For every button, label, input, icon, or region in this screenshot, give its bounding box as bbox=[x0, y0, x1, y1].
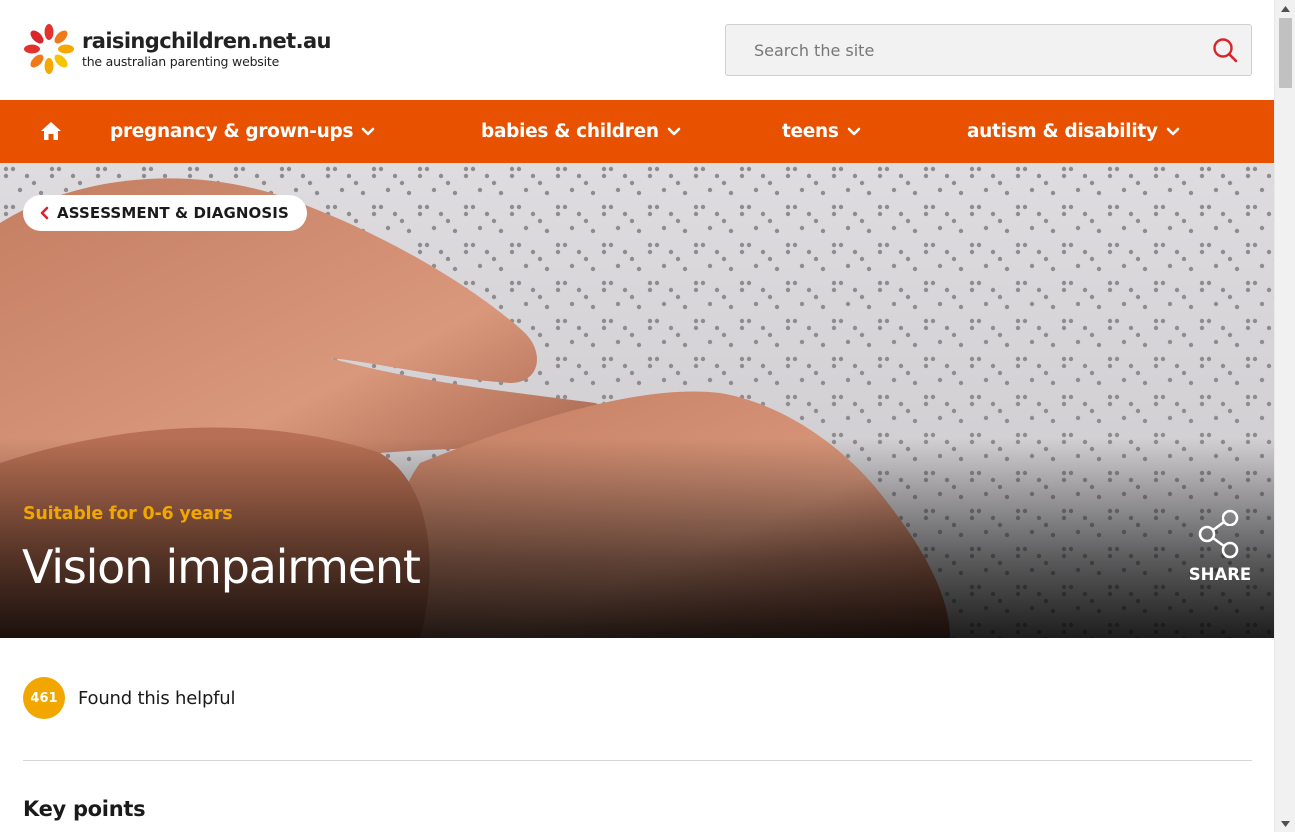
chevron-down-icon bbox=[847, 127, 860, 135]
helpful-count-badge: 461 bbox=[23, 677, 65, 719]
caret-down-icon bbox=[1281, 820, 1290, 827]
logo-name: raisingchildren.net.au bbox=[82, 29, 331, 53]
hero-banner: ASSESSMENT & DIAGNOSIS Suitable for 0-6 … bbox=[0, 163, 1274, 638]
site-header: raisingchildren.net.au the australian pa… bbox=[0, 0, 1274, 100]
section-heading: Key points bbox=[23, 797, 146, 821]
search-box bbox=[725, 24, 1252, 76]
share-button[interactable]: SHARE bbox=[1186, 509, 1254, 584]
main-nav: pregnancy & grown-ups babies & children … bbox=[0, 100, 1274, 163]
section-divider bbox=[23, 760, 1252, 761]
helpful-label: Found this helpful bbox=[78, 687, 236, 709]
search-icon bbox=[1213, 38, 1238, 63]
nav-item-teens[interactable]: teens bbox=[782, 100, 861, 163]
chevron-down-icon bbox=[1166, 127, 1180, 135]
nav-item-label: teens bbox=[782, 121, 839, 142]
page-title: Vision impairment bbox=[22, 540, 421, 594]
age-suitability: Suitable for 0-6 years bbox=[23, 504, 233, 524]
caret-up-icon bbox=[1281, 5, 1290, 12]
page-scrollbar[interactable] bbox=[1274, 0, 1295, 832]
nav-item-babies[interactable]: babies & children bbox=[481, 100, 681, 163]
helpful-button[interactable]: 461 Found this helpful bbox=[23, 677, 236, 719]
home-icon[interactable] bbox=[38, 118, 64, 144]
nav-item-label: autism & disability bbox=[967, 121, 1158, 142]
chevron-down-icon bbox=[667, 127, 680, 135]
nav-item-label: pregnancy & grown-ups bbox=[110, 121, 354, 142]
nav-item-autism[interactable]: autism & disability bbox=[967, 100, 1180, 163]
nav-item-label: babies & children bbox=[481, 121, 659, 142]
chevron-down-icon bbox=[361, 127, 375, 135]
scroll-up-button[interactable] bbox=[1275, 0, 1295, 17]
scroll-thumb[interactable] bbox=[1279, 18, 1292, 88]
scroll-down-button[interactable] bbox=[1275, 815, 1295, 832]
chevron-left-icon bbox=[40, 206, 49, 220]
search-button[interactable] bbox=[1199, 25, 1251, 75]
breadcrumb-label: ASSESSMENT & DIAGNOSIS bbox=[57, 204, 289, 222]
logo-tagline: the australian parenting website bbox=[82, 54, 280, 69]
logo-flower-icon bbox=[24, 24, 74, 74]
share-label: SHARE bbox=[1188, 565, 1252, 584]
search-input[interactable] bbox=[726, 25, 1199, 75]
nav-item-pregnancy[interactable]: pregnancy & grown-ups bbox=[110, 100, 375, 163]
breadcrumb-back-button[interactable]: ASSESSMENT & DIAGNOSIS bbox=[23, 195, 307, 231]
share-icon bbox=[1198, 509, 1239, 559]
site-logo[interactable]: raisingchildren.net.au the australian pa… bbox=[22, 22, 331, 76]
